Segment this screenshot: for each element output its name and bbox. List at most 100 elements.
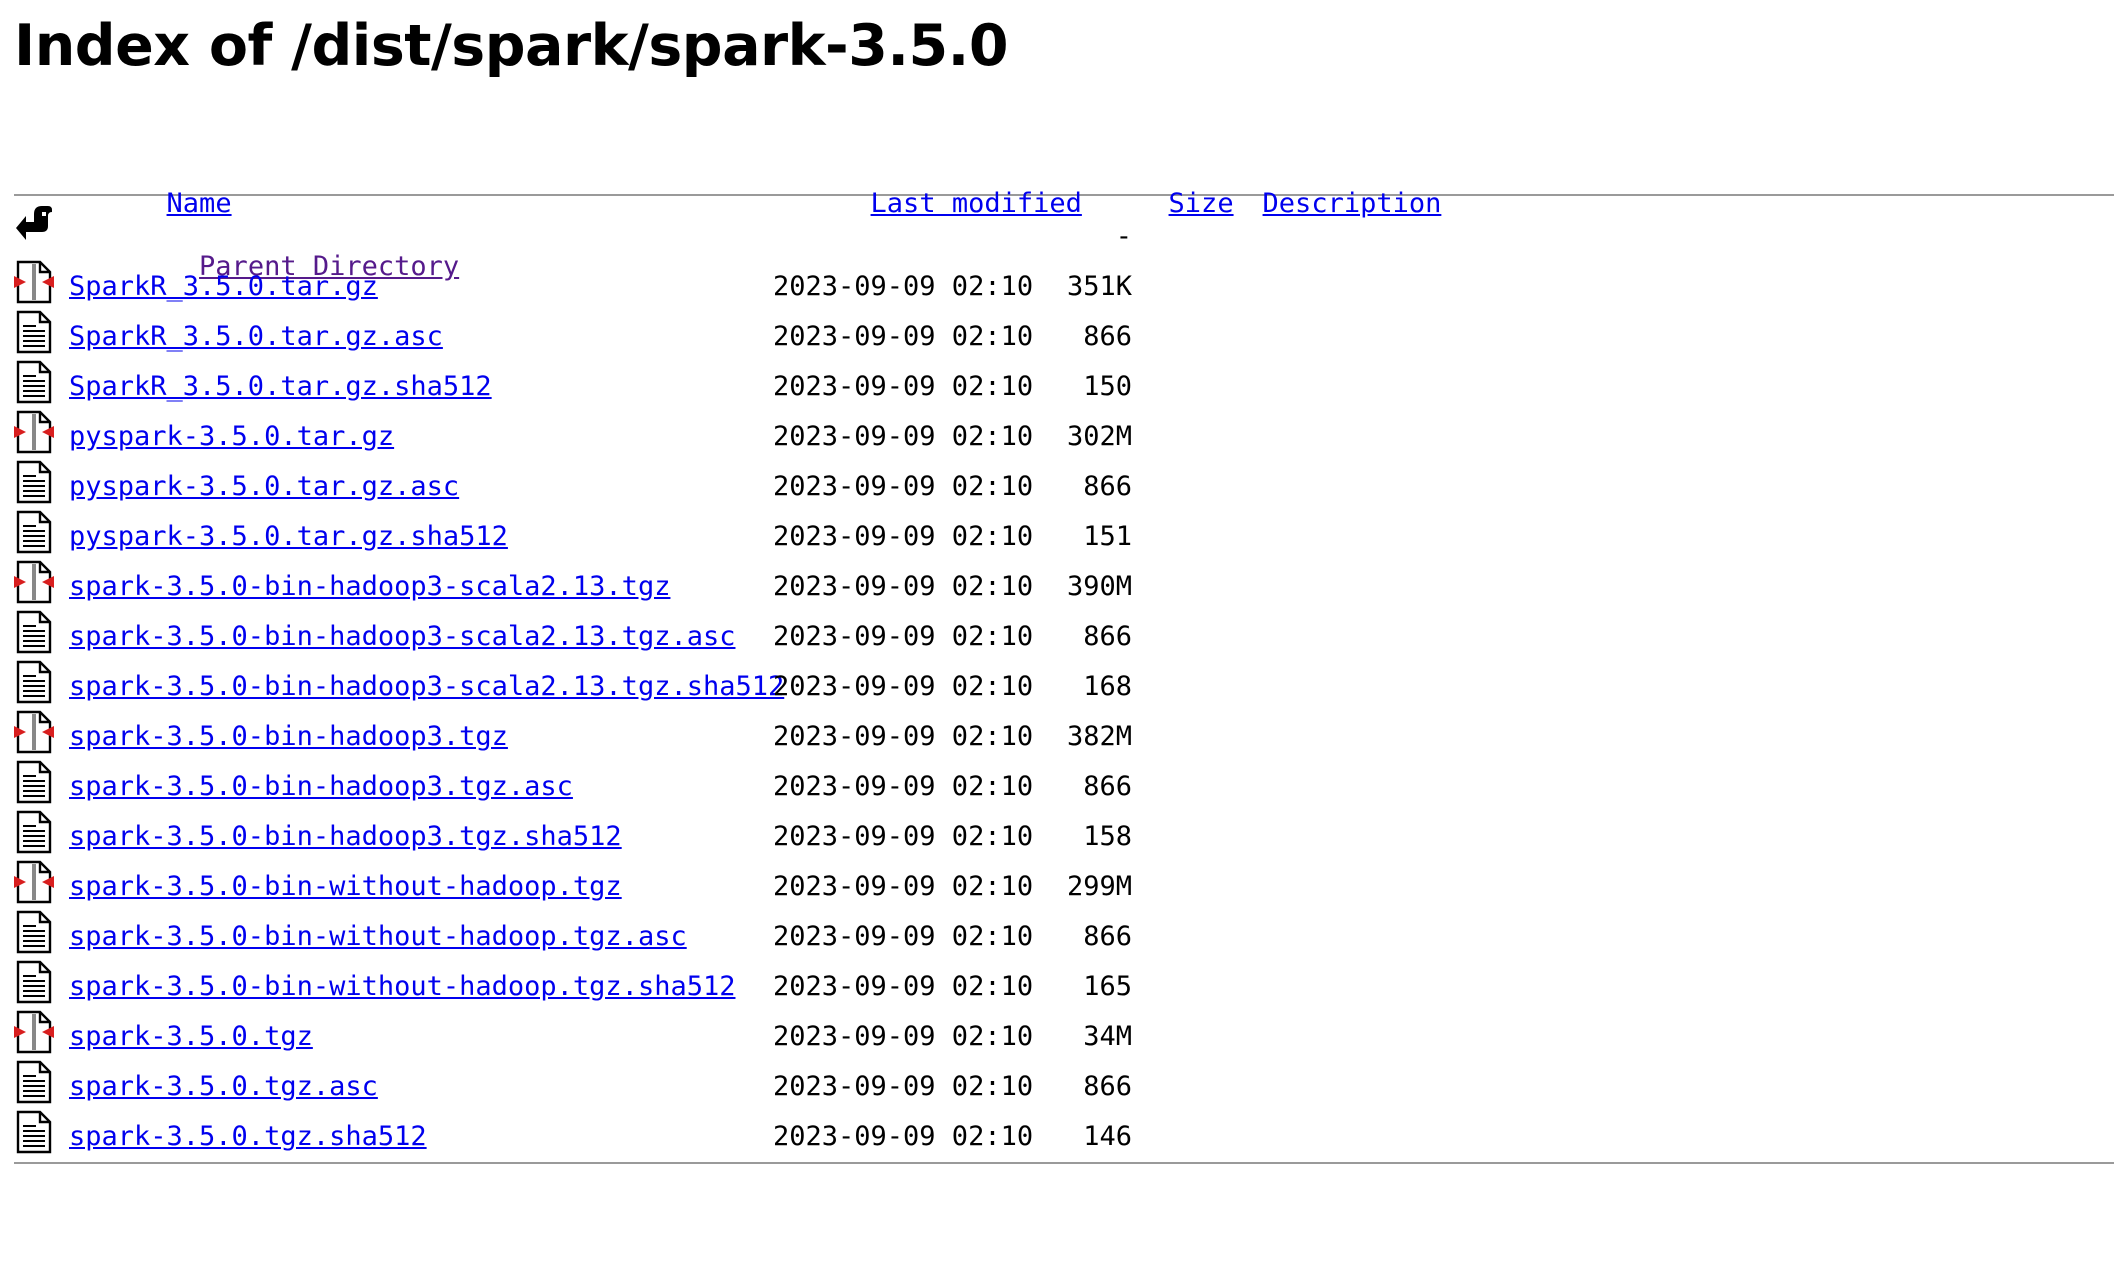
file-row: spark-3.5.0-bin-without-hadoop.tgz 2023-0… [14, 858, 2114, 908]
file-size: 165 [1083, 971, 1132, 1002]
text-file-icon [16, 460, 52, 504]
file-row: spark-3.5.0.tgz.asc 2023-09-09 02:10 866 [14, 1058, 2114, 1108]
file-size: 866 [1083, 921, 1132, 952]
file-link[interactable]: SparkR_3.5.0.tar.gz.asc [69, 321, 443, 352]
file-size: 151 [1083, 521, 1132, 552]
file-size: 866 [1083, 771, 1132, 802]
file-modified-date: 2023-09-09 02:10 [773, 371, 1034, 402]
file-size: 34M [1083, 1021, 1132, 1052]
file-name-cell: spark-3.5.0-bin-hadoop3.tgz.sha512 [69, 822, 622, 852]
file-size: 168 [1083, 671, 1132, 702]
file-modified-date: 2023-09-09 02:10 [773, 1021, 1034, 1052]
file-modified-date: 2023-09-09 02:10 [773, 1121, 1034, 1152]
file-link[interactable]: spark-3.5.0-bin-without-hadoop.tgz.asc [69, 921, 687, 952]
text-file-icon [16, 810, 52, 854]
file-modified-date: 2023-09-09 02:10 [773, 571, 1034, 602]
file-row: pyspark-3.5.0.tar.gz 2023-09-09 02:10 302M [14, 408, 2114, 458]
file-size: 299M [1066, 871, 1132, 902]
file-size: 150 [1083, 371, 1132, 402]
file-link[interactable]: pyspark-3.5.0.tar.gz [69, 421, 394, 452]
file-name-cell: spark-3.5.0-bin-hadoop3.tgz.asc [69, 772, 573, 802]
file-row: SparkR_3.5.0.tar.gz.sha512 2023-09-09 02:… [14, 358, 2114, 408]
file-size: 866 [1083, 321, 1132, 352]
file-row: spark-3.5.0-bin-without-hadoop.tgz.sha51… [14, 958, 2114, 1008]
file-row: spark-3.5.0-bin-without-hadoop.tgz.asc 20… [14, 908, 2114, 958]
file-modified-date: 2023-09-09 02:10 [773, 521, 1034, 552]
file-modified-date: 2023-09-09 02:10 [773, 721, 1034, 752]
file-link[interactable]: spark-3.5.0-bin-hadoop3.tgz.sha512 [69, 821, 622, 852]
file-modified-date: 2023-09-09 02:10 [773, 321, 1034, 352]
file-row: SparkR_3.5.0.tar.gz 2023-09-09 02:10 351K [14, 258, 2114, 308]
file-row: spark-3.5.0-bin-hadoop3-scala2.13.tgz 202… [14, 558, 2114, 608]
file-link[interactable]: spark-3.5.0-bin-without-hadoop.tgz.sha51… [69, 971, 735, 1002]
file-name-cell: spark-3.5.0-bin-without-hadoop.tgz.asc [69, 922, 687, 952]
file-link[interactable]: spark-3.5.0-bin-without-hadoop.tgz [69, 871, 622, 902]
file-row: pyspark-3.5.0.tar.gz.asc 2023-09-09 02:10… [14, 458, 2114, 508]
file-link[interactable]: spark-3.5.0-bin-hadoop3.tgz.asc [69, 771, 573, 802]
file-name-cell: spark-3.5.0-bin-without-hadoop.tgz [69, 872, 622, 902]
file-link[interactable]: spark-3.5.0.tgz [69, 1021, 313, 1052]
file-link[interactable]: pyspark-3.5.0.tar.gz.asc [69, 471, 459, 502]
file-row: spark-3.5.0-bin-hadoop3-scala2.13.tgz.sh… [14, 658, 2114, 708]
file-name-cell: SparkR_3.5.0.tar.gz [69, 272, 378, 302]
footer-divider [14, 1162, 2114, 1164]
page-title: Index of /dist/spark/spark-3.5.0 [14, 13, 1009, 79]
text-file-icon [16, 510, 52, 554]
compressed-icon [14, 710, 54, 754]
file-row: spark-3.5.0-bin-hadoop3.tgz.asc 2023-09-0… [14, 758, 2114, 808]
file-name-cell: pyspark-3.5.0.tar.gz [69, 422, 394, 452]
file-link[interactable]: spark-3.5.0-bin-hadoop3-scala2.13.tgz.as… [69, 621, 735, 652]
file-link[interactable]: SparkR_3.5.0.tar.gz [69, 271, 378, 302]
compressed-icon [14, 260, 54, 304]
parent-directory-row: Parent Directory - [14, 206, 2114, 282]
file-name-cell: spark-3.5.0-bin-without-hadoop.tgz.sha51… [69, 972, 735, 1002]
file-link[interactable]: spark-3.5.0.tgz.sha512 [69, 1121, 427, 1152]
file-row: SparkR_3.5.0.tar.gz.asc 2023-09-09 02:10 8… [14, 308, 2114, 358]
file-rows: Parent Directory - SparkR_3.5.0.tar.gz 20… [14, 206, 2114, 1158]
file-size: 866 [1083, 1071, 1132, 1102]
file-listing: Name Last modified Size Description Pare… [14, 140, 2114, 1164]
file-modified-date: 2023-09-09 02:10 [773, 421, 1034, 452]
text-file-icon [16, 910, 52, 954]
file-modified-date: 2023-09-09 02:10 [773, 871, 1034, 902]
file-modified-date: 2023-09-09 02:10 [773, 1071, 1034, 1102]
file-row: spark-3.5.0.tgz 2023-09-09 02:10 34M [14, 1008, 2114, 1058]
compressed-icon [14, 860, 54, 904]
text-file-icon [16, 760, 52, 804]
file-name-cell: spark-3.5.0.tgz.sha512 [69, 1122, 427, 1152]
file-size: 866 [1083, 471, 1132, 502]
compressed-icon [14, 560, 54, 604]
listing-header-row: Name Last modified Size Description [14, 147, 2114, 219]
file-name-cell: spark-3.5.0-bin-hadoop3-scala2.13.tgz.as… [69, 622, 735, 652]
compressed-icon [14, 410, 54, 454]
back-arrow-icon [16, 206, 52, 240]
file-size: 866 [1083, 621, 1132, 652]
file-name-cell: SparkR_3.5.0.tar.gz.asc [69, 322, 443, 352]
file-modified-date: 2023-09-09 02:10 [773, 821, 1034, 852]
compressed-icon [14, 1010, 54, 1054]
file-link[interactable]: SparkR_3.5.0.tar.gz.sha512 [69, 371, 492, 402]
file-link[interactable]: spark-3.5.0-bin-hadoop3.tgz [69, 721, 508, 752]
file-name-cell: pyspark-3.5.0.tar.gz.asc [69, 472, 459, 502]
file-size: 351K [1066, 271, 1132, 302]
file-size: 302M [1066, 421, 1132, 452]
text-file-icon [16, 960, 52, 1004]
file-name-cell: spark-3.5.0.tgz [69, 1022, 313, 1052]
file-modified-date: 2023-09-09 02:10 [773, 771, 1034, 802]
file-size: 158 [1083, 821, 1132, 852]
file-link[interactable]: spark-3.5.0-bin-hadoop3-scala2.13.tgz [69, 571, 670, 602]
text-file-icon [16, 1060, 52, 1104]
text-file-icon [16, 310, 52, 354]
file-modified-date: 2023-09-09 02:10 [773, 671, 1034, 702]
file-link[interactable]: spark-3.5.0.tgz.asc [69, 1071, 378, 1102]
file-link[interactable]: spark-3.5.0-bin-hadoop3-scala2.13.tgz.sh… [69, 671, 784, 702]
text-file-icon [16, 360, 52, 404]
file-link[interactable]: pyspark-3.5.0.tar.gz.sha512 [69, 521, 508, 552]
file-name-cell: spark-3.5.0-bin-hadoop3.tgz [69, 722, 508, 752]
file-row: spark-3.5.0-bin-hadoop3-scala2.13.tgz.as… [14, 608, 2114, 658]
text-file-icon [16, 610, 52, 654]
file-row: spark-3.5.0-bin-hadoop3.tgz.sha512 2023-0… [14, 808, 2114, 858]
file-name-cell: pyspark-3.5.0.tar.gz.sha512 [69, 522, 508, 552]
text-file-icon [16, 1110, 52, 1154]
file-row: pyspark-3.5.0.tar.gz.sha512 2023-09-09 02… [14, 508, 2114, 558]
